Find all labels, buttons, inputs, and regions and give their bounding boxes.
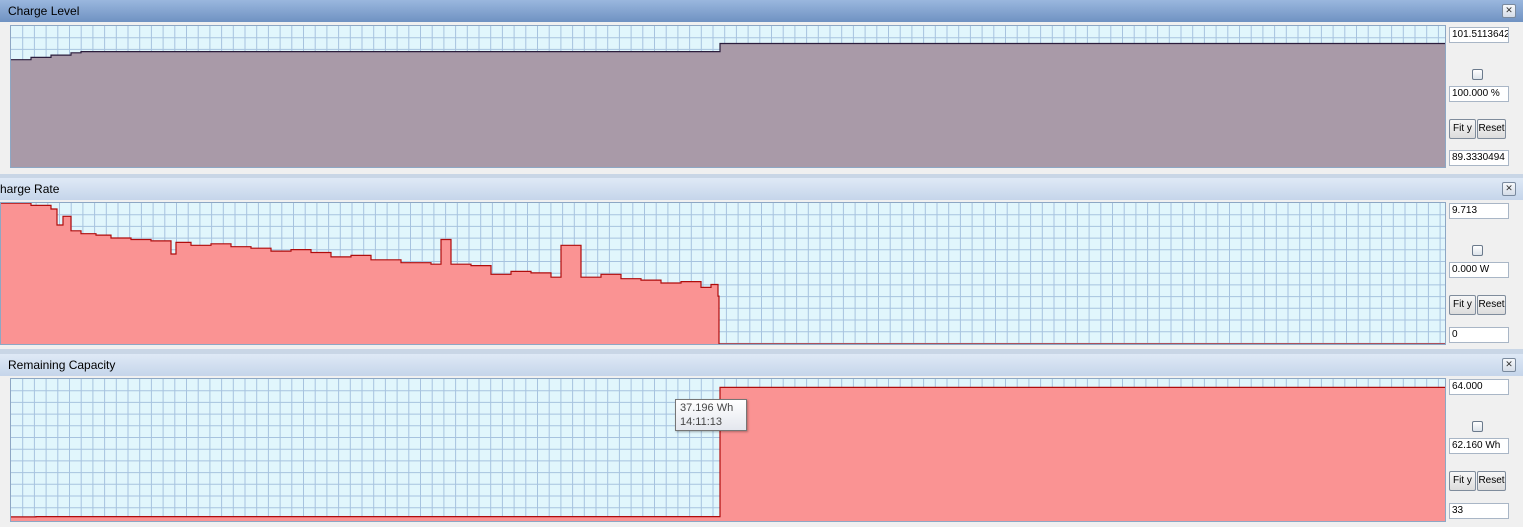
- charge-rate-panel: harge Rate ✕ 9.713 0.000 W Fit y Reset 0: [0, 178, 1523, 349]
- axis-controls: 101.5113642 100.000 % Fit y Reset 89.333…: [1447, 22, 1511, 174]
- charge-level-chart: [11, 26, 1445, 167]
- current-value-field[interactable]: 0.000 W: [1449, 262, 1509, 278]
- close-icon[interactable]: ✕: [1502, 182, 1516, 196]
- y-max-field[interactable]: 9.713: [1449, 203, 1509, 219]
- plot-frame: 64.000 62.160 Wh Fit y Reset 33: [0, 376, 1523, 527]
- y-min-field[interactable]: 89.3330494: [1449, 150, 1509, 166]
- current-value-field[interactable]: 100.000 %: [1449, 86, 1509, 102]
- tooltip-time: 14:11:13: [680, 416, 723, 428]
- autoscale-checkbox[interactable]: [1472, 245, 1483, 256]
- remaining-capacity-panel: Remaining Capacity ✕ 64.000 62.160 Wh Fi…: [0, 354, 1523, 527]
- y-max-field[interactable]: 101.5113642: [1449, 27, 1509, 43]
- autoscale-checkbox[interactable]: [1472, 69, 1483, 80]
- series-area: [11, 43, 1445, 167]
- remaining-capacity-titlebar[interactable]: Remaining Capacity ✕: [0, 354, 1523, 377]
- panel-title: harge Rate: [0, 182, 60, 196]
- tooltip-value: 37.196 Wh: [680, 402, 734, 414]
- charge-rate-plot[interactable]: [0, 202, 1446, 345]
- charge-level-panel: Charge Level ✕ 101.5113642 100.000 % Fit…: [0, 0, 1523, 175]
- y-min-field[interactable]: 33: [1449, 503, 1509, 519]
- charge-level-titlebar[interactable]: Charge Level ✕: [0, 0, 1523, 23]
- close-icon[interactable]: ✕: [1502, 358, 1516, 372]
- axis-controls: 64.000 62.160 Wh Fit y Reset 33: [1447, 376, 1511, 527]
- reset-button[interactable]: Reset: [1477, 471, 1506, 491]
- charge-level-plot[interactable]: [10, 25, 1446, 168]
- charge-rate-chart: [1, 203, 1445, 344]
- hover-tooltip: 37.196 Wh 14:11:13: [675, 399, 747, 431]
- fit-y-button[interactable]: Fit y: [1449, 295, 1476, 315]
- autoscale-checkbox[interactable]: [1472, 421, 1483, 432]
- close-icon[interactable]: ✕: [1502, 4, 1516, 18]
- reset-button[interactable]: Reset: [1477, 295, 1506, 315]
- fit-y-button[interactable]: Fit y: [1449, 119, 1476, 139]
- fit-y-button[interactable]: Fit y: [1449, 471, 1476, 491]
- axis-controls: 9.713 0.000 W Fit y Reset 0: [1447, 200, 1511, 349]
- reset-button[interactable]: Reset: [1477, 119, 1506, 139]
- y-max-field[interactable]: 64.000: [1449, 379, 1509, 395]
- panel-title: Remaining Capacity: [8, 358, 116, 372]
- plot-frame: 9.713 0.000 W Fit y Reset 0: [0, 200, 1523, 349]
- plot-frame: 101.5113642 100.000 % Fit y Reset 89.333…: [0, 22, 1523, 174]
- current-value-field[interactable]: 62.160 Wh: [1449, 438, 1509, 454]
- panel-title: Charge Level: [8, 4, 80, 18]
- y-min-field[interactable]: 0: [1449, 327, 1509, 343]
- charge-rate-titlebar[interactable]: harge Rate ✕: [0, 178, 1523, 201]
